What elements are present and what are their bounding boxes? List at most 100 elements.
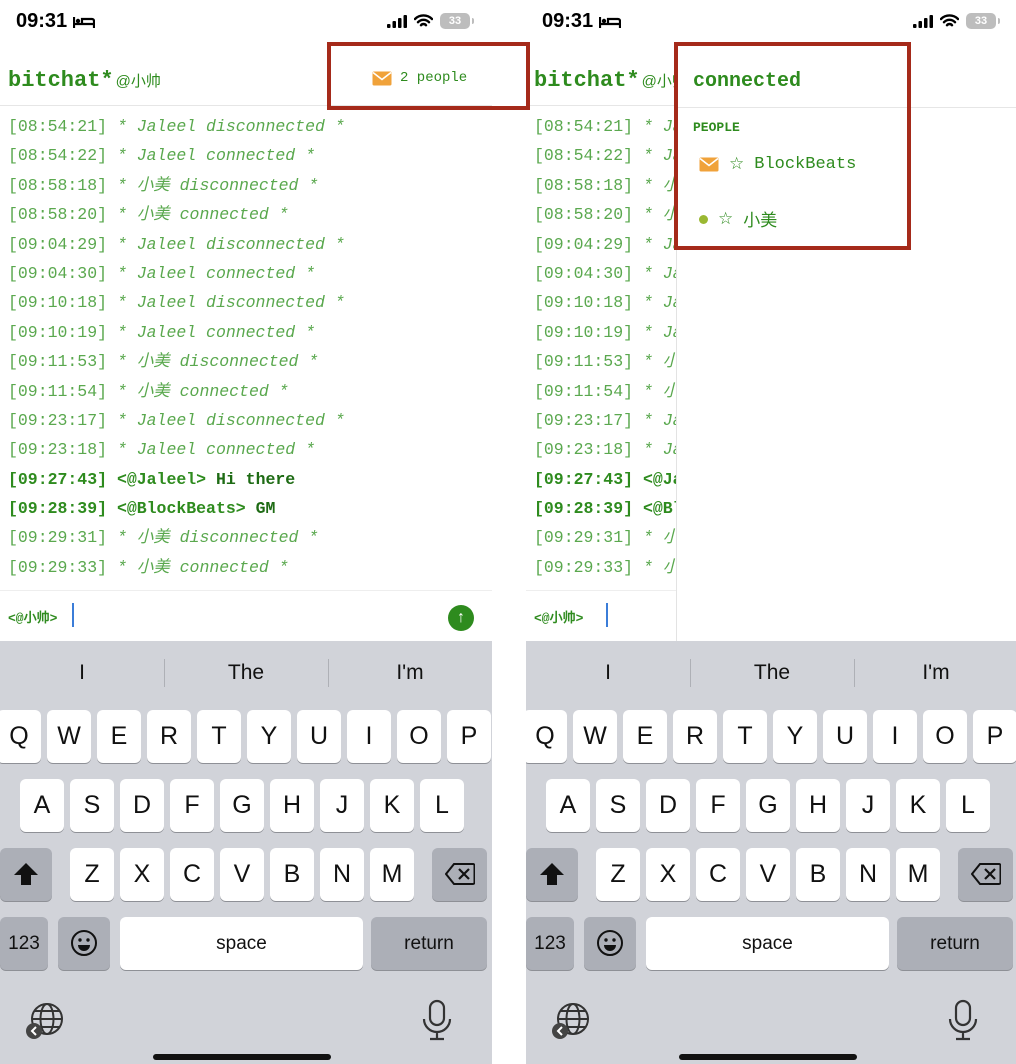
wifi-icon: [940, 14, 959, 27]
home-indicator[interactable]: [679, 1054, 857, 1060]
microphone-icon[interactable]: [946, 999, 980, 1041]
key-m[interactable]: M: [896, 848, 940, 901]
key-r[interactable]: R: [147, 710, 191, 763]
delete-key[interactable]: [958, 848, 1013, 901]
key-u[interactable]: U: [823, 710, 867, 763]
key-j[interactable]: J: [320, 779, 364, 832]
key-p[interactable]: P: [973, 710, 1016, 763]
key-j[interactable]: J: [846, 779, 890, 832]
system-message: [08:58:18] * 小美 disconnected *: [8, 171, 488, 200]
key-s[interactable]: S: [70, 779, 114, 832]
app-name: bitchat*: [534, 68, 640, 93]
key-e[interactable]: E: [97, 710, 141, 763]
send-button[interactable]: ↑: [448, 605, 474, 631]
message-input[interactable]: [72, 603, 74, 627]
key-h[interactable]: H: [270, 779, 314, 832]
key-x[interactable]: X: [120, 848, 164, 901]
key-c[interactable]: C: [170, 848, 214, 901]
key-z[interactable]: Z: [70, 848, 114, 901]
key-y[interactable]: Y: [773, 710, 817, 763]
key-k[interactable]: K: [896, 779, 940, 832]
key-v[interactable]: V: [746, 848, 790, 901]
message-timestamp: [09:10:19]: [534, 322, 634, 342]
key-k[interactable]: K: [370, 779, 414, 832]
key-q[interactable]: Q: [526, 710, 567, 763]
emoji-key[interactable]: [58, 917, 110, 970]
suggestion-word[interactable]: The: [690, 641, 854, 705]
space-key[interactable]: space: [646, 917, 889, 970]
key-p[interactable]: P: [447, 710, 491, 763]
key-r[interactable]: R: [673, 710, 717, 763]
key-c[interactable]: C: [696, 848, 740, 901]
key-n[interactable]: N: [846, 848, 890, 901]
message-body: * Jaleel connected *: [116, 263, 315, 283]
key-b[interactable]: B: [270, 848, 314, 901]
key-l[interactable]: L: [420, 779, 464, 832]
key-a[interactable]: A: [546, 779, 590, 832]
key-s[interactable]: S: [596, 779, 640, 832]
key-d[interactable]: D: [646, 779, 690, 832]
key-d[interactable]: D: [120, 779, 164, 832]
key-i[interactable]: I: [347, 710, 391, 763]
globe-icon[interactable]: [550, 1001, 592, 1043]
numbers-key[interactable]: 123: [526, 917, 574, 970]
microphone-icon[interactable]: [420, 999, 454, 1041]
key-w[interactable]: W: [47, 710, 91, 763]
shift-key[interactable]: [526, 848, 578, 901]
key-v[interactable]: V: [220, 848, 264, 901]
key-l[interactable]: L: [946, 779, 990, 832]
space-key[interactable]: space: [120, 917, 363, 970]
globe-icon[interactable]: [24, 1001, 66, 1043]
key-t[interactable]: T: [197, 710, 241, 763]
key-x[interactable]: X: [646, 848, 690, 901]
suggestion-word[interactable]: I: [0, 641, 164, 705]
key-g[interactable]: G: [220, 779, 264, 832]
clock: 09:31: [542, 10, 594, 32]
battery-icon: 33: [440, 13, 474, 29]
suggestion-word[interactable]: I: [526, 641, 690, 705]
message-timestamp: [09:10:19]: [8, 322, 108, 342]
key-i[interactable]: I: [873, 710, 917, 763]
status-bar: 09:31 33: [526, 0, 1016, 44]
suggestion-word[interactable]: The: [164, 641, 328, 705]
suggestion-word[interactable]: I'm: [854, 641, 1016, 705]
key-y[interactable]: Y: [247, 710, 291, 763]
people-button-highlight: [327, 42, 530, 110]
key-a[interactable]: A: [20, 779, 64, 832]
message-sender[interactable]: <@Jaleel>: [117, 470, 206, 489]
home-indicator[interactable]: [153, 1054, 331, 1060]
key-u[interactable]: U: [297, 710, 341, 763]
return-key[interactable]: return: [371, 917, 487, 970]
key-h[interactable]: H: [796, 779, 840, 832]
key-o[interactable]: O: [397, 710, 441, 763]
message-input[interactable]: [606, 603, 608, 627]
message-sender[interactable]: <@BlockBeats>: [117, 499, 246, 518]
key-m[interactable]: M: [370, 848, 414, 901]
chat-screen: 09:31 33 bitchat* @小帅 2 people [08:54:21]…: [0, 0, 492, 1064]
delete-key[interactable]: [432, 848, 487, 901]
app-title[interactable]: bitchat* @小帅: [8, 68, 161, 93]
suggestion-word[interactable]: I'm: [328, 641, 492, 705]
key-z[interactable]: Z: [596, 848, 640, 901]
message-list[interactable]: [08:54:21] * Jaleel disconnected *[08:54…: [8, 112, 488, 582]
app-title[interactable]: bitchat* @小帅: [534, 68, 687, 93]
shift-key[interactable]: [0, 848, 52, 901]
user-handle[interactable]: @小帅: [116, 73, 161, 90]
emoji-key[interactable]: [584, 917, 636, 970]
message-timestamp: [09:11:54]: [8, 381, 108, 401]
return-key[interactable]: return: [897, 917, 1013, 970]
system-message: [09:23:17] * Jaleel disconnected *: [8, 406, 488, 435]
key-f[interactable]: F: [696, 779, 740, 832]
message-timestamp: [09:27:43]: [8, 469, 108, 489]
key-w[interactable]: W: [573, 710, 617, 763]
key-q[interactable]: Q: [0, 710, 41, 763]
key-f[interactable]: F: [170, 779, 214, 832]
key-t[interactable]: T: [723, 710, 767, 763]
emoji-icon: [597, 930, 623, 956]
key-g[interactable]: G: [746, 779, 790, 832]
key-e[interactable]: E: [623, 710, 667, 763]
key-b[interactable]: B: [796, 848, 840, 901]
key-o[interactable]: O: [923, 710, 967, 763]
key-n[interactable]: N: [320, 848, 364, 901]
numbers-key[interactable]: 123: [0, 917, 48, 970]
